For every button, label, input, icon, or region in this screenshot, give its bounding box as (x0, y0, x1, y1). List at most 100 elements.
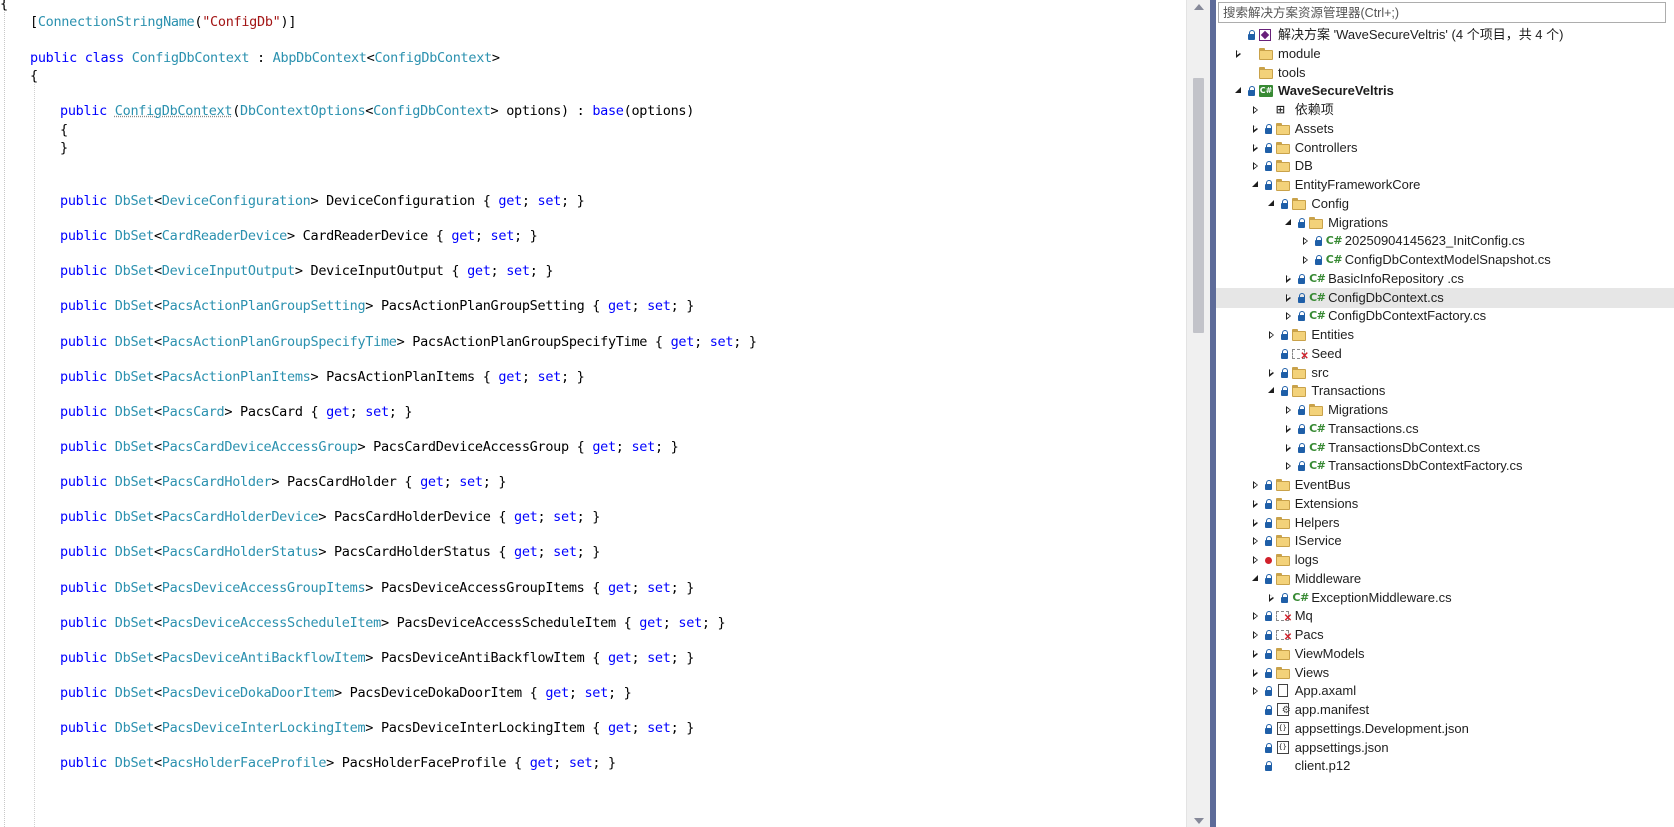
tree-item[interactable]: C# BasicInfoRepository .cs (1216, 269, 1674, 289)
collapsed-arrow-icon[interactable] (1251, 681, 1261, 701)
status-spacer (1248, 63, 1256, 83)
expanded-arrow-icon[interactable] (1267, 194, 1277, 214)
tree-item[interactable]: logs (1216, 550, 1674, 570)
tree-item[interactable]: Extensions (1216, 494, 1674, 514)
tree-item[interactable]: DB (1216, 156, 1674, 176)
collapsed-arrow-icon[interactable] (1301, 231, 1311, 251)
solution-explorer-search-input[interactable] (1219, 3, 1665, 22)
code-line: { (60, 122, 68, 138)
code-token: ; (521, 193, 538, 209)
tree-item[interactable]: 解决方案 'WaveSecureVeltris' (4 个项目，共 4 个) (1216, 25, 1674, 45)
tree-item[interactable]: Pacs (1216, 625, 1674, 648)
collapsed-arrow-icon[interactable] (1284, 419, 1294, 439)
tree-item[interactable]: IService (1216, 531, 1674, 551)
tree-item[interactable]: Entities (1216, 325, 1674, 345)
collapsed-arrow-icon[interactable] (1251, 494, 1261, 514)
tree-item[interactable]: Migrations (1216, 400, 1674, 420)
code-token: DbContextOptions (240, 103, 366, 119)
lock-icon (1281, 194, 1289, 214)
expanded-arrow-icon[interactable] (1234, 81, 1244, 101)
tree-item[interactable]: Views (1216, 663, 1674, 683)
collapsed-arrow-icon[interactable] (1251, 644, 1261, 664)
code-token: ; (537, 509, 554, 525)
collapsed-arrow-icon[interactable] (1251, 119, 1261, 139)
tree-item[interactable]: C# ConfigDbContextModelSnapshot.cs (1216, 250, 1674, 270)
lock-icon (1264, 681, 1273, 701)
collapsed-arrow-icon[interactable] (1284, 400, 1294, 420)
tree-item[interactable]: module (1216, 44, 1674, 64)
tree-item[interactable]: C# TransactionsDbContext.cs (1216, 438, 1674, 458)
expanded-arrow-icon[interactable] (1251, 175, 1261, 195)
code-token: ; (631, 580, 648, 596)
lock-icon (1298, 400, 1306, 420)
collapsed-arrow-icon[interactable] (1251, 138, 1261, 158)
tree-item[interactable]: C# ConfigDbContext.cs (1216, 287, 1674, 308)
collapsed-arrow-icon[interactable] (1267, 363, 1277, 383)
collapsed-arrow-icon[interactable] (1251, 475, 1261, 495)
tree-item[interactable]: Middleware (1216, 569, 1674, 589)
code-editor[interactable]: [ConnectionStringName("ConfigDb")] public… (0, 0, 1186, 827)
collapsed-arrow-icon[interactable] (1267, 588, 1277, 608)
collapsed-arrow-icon[interactable] (1284, 288, 1294, 308)
tree-item[interactable]: appsettings.json (1216, 738, 1674, 758)
tree-item[interactable]: Assets (1216, 119, 1674, 139)
lock-icon (1281, 325, 1289, 345)
code-token: < (153, 685, 162, 701)
collapsed-arrow-icon[interactable] (1251, 531, 1261, 551)
tree-item[interactable]: client.p12 (1216, 756, 1674, 776)
tree-item[interactable]: App.axaml (1216, 681, 1674, 701)
tree-item[interactable]: Helpers (1216, 513, 1674, 533)
expanded-arrow-icon[interactable] (1267, 381, 1277, 401)
tree-item[interactable]: Config (1216, 194, 1674, 214)
collapsed-arrow-icon[interactable] (1234, 44, 1244, 64)
editor-scroll-thumb[interactable] (1193, 78, 1204, 333)
tree-item[interactable]: C# ConfigDbContextFactory.cs (1216, 306, 1674, 326)
collapsed-arrow-icon[interactable] (1284, 269, 1294, 289)
csharp-file-icon: C# (1309, 421, 1326, 435)
csharp-file-icon: C# (1325, 234, 1343, 248)
tree-item[interactable]: EntityFrameworkCore (1216, 175, 1674, 195)
code-token: ; (631, 650, 648, 666)
expanded-arrow-icon[interactable] (1284, 213, 1294, 233)
tree-item[interactable]: appsettings.Development.json (1216, 719, 1674, 739)
collapsed-arrow-icon[interactable] (1251, 606, 1261, 626)
collapsed-arrow-icon[interactable] (1284, 306, 1294, 326)
code-token: get (607, 650, 632, 666)
collapsed-arrow-icon[interactable] (1251, 625, 1261, 645)
tree-item[interactable]: C# 20250904145623_InitConfig.cs (1216, 231, 1674, 251)
tree-item[interactable]: Mq (1216, 606, 1674, 629)
tree-item[interactable]: ⊞ 依赖项 (1216, 100, 1674, 120)
scroll-up-arrow-icon[interactable] (1194, 4, 1204, 10)
expanded-arrow-icon[interactable] (1251, 569, 1261, 589)
tree-item[interactable]: Migrations (1216, 213, 1674, 233)
tree-item[interactable]: ViewModels (1216, 644, 1674, 664)
tree-item[interactable]: C# WaveSecureVeltris (1216, 81, 1674, 101)
tree-item[interactable]: Transactions (1216, 381, 1674, 401)
tree-item[interactable]: Controllers (1216, 138, 1674, 158)
tree-item[interactable]: src (1216, 363, 1674, 383)
scroll-down-arrow-icon[interactable] (1194, 818, 1204, 824)
tree-item[interactable]: tools (1216, 63, 1674, 83)
folder-icon (1275, 513, 1292, 533)
tree-item[interactable]: EventBus (1216, 475, 1674, 495)
code-token: get (670, 334, 695, 350)
collapsed-arrow-icon[interactable] (1251, 513, 1261, 533)
collapsed-arrow-icon[interactable] (1284, 456, 1294, 476)
tree-item[interactable]: app.manifest (1216, 700, 1674, 721)
collapsed-arrow-icon[interactable] (1251, 156, 1261, 176)
tree-item[interactable]: C# TransactionsDbContextFactory.cs (1216, 456, 1674, 476)
collapsed-arrow-icon[interactable] (1251, 663, 1261, 683)
lock-icon (1281, 344, 1289, 364)
solution-explorer-search-box[interactable] (1218, 2, 1666, 23)
collapsed-arrow-icon[interactable] (1284, 438, 1294, 458)
collapsed-arrow-icon[interactable] (1267, 325, 1277, 345)
code-token: ; } (514, 228, 538, 244)
code-token: > PacsDeviceInterLockingItem { (365, 720, 608, 736)
tree-item[interactable]: C# ExceptionMiddleware.cs (1216, 588, 1674, 608)
collapsed-arrow-icon[interactable] (1301, 250, 1311, 270)
tree-item[interactable]: Seed (1216, 344, 1674, 367)
tree-item[interactable]: C# Transactions.cs (1216, 419, 1674, 439)
collapsed-arrow-icon[interactable] (1251, 550, 1261, 570)
collapsed-arrow-icon[interactable] (1251, 100, 1261, 120)
